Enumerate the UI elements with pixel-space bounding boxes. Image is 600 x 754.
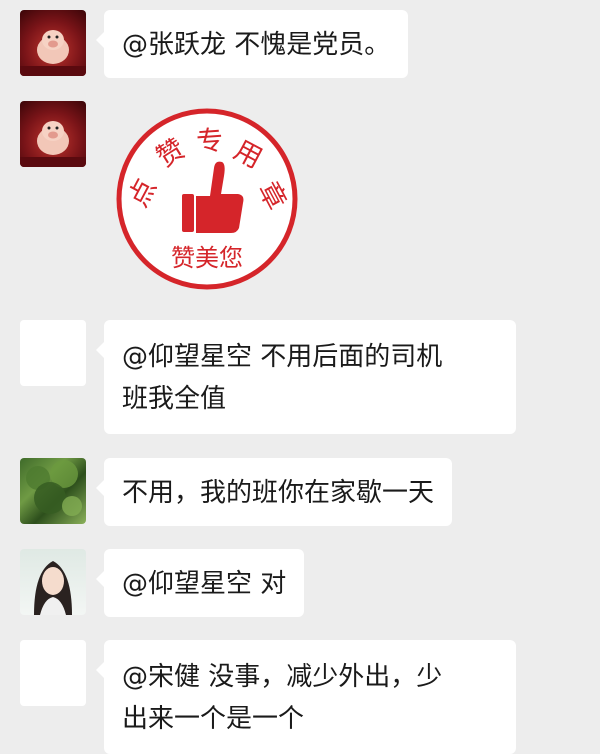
message-bubble[interactable]: 不用，我的班你在家歇一天 xyxy=(95,458,453,526)
blank-avatar[interactable] xyxy=(20,320,86,386)
message-bubble[interactable]: @宋健 没事，减少外出，少 出来一个是一个 xyxy=(96,640,516,754)
message-text-line: 出来一个是一个 xyxy=(122,704,305,734)
tree-avatar[interactable] xyxy=(20,458,86,524)
like-stamp-sticker[interactable]: 点 赞 专 用 章 赞美您 xyxy=(114,106,300,292)
message-text-line: @仰望星空 不用后面的司机 xyxy=(122,342,443,372)
message-text: 不用，我的班你在家歇一天 xyxy=(122,478,435,508)
message-text: @仰望星空 对 xyxy=(122,569,287,599)
pig-avatar[interactable] xyxy=(20,10,86,76)
message-bubble[interactable]: @张跃龙 不愧是党员。 xyxy=(95,10,409,78)
message-text-line: 班我全值 xyxy=(122,384,227,414)
stamp-char: 专 xyxy=(195,125,224,158)
message-text-line: @宋健 没事，减少外出，少 xyxy=(122,662,443,692)
pig-avatar[interactable] xyxy=(20,101,86,167)
girl-avatar[interactable] xyxy=(20,549,86,615)
message-text: @张跃龙 不愧是党员。 xyxy=(122,30,391,60)
message-bubble[interactable]: @仰望星空 不用后面的司机 班我全值 xyxy=(96,320,516,434)
blank-avatar[interactable] xyxy=(20,640,86,706)
message-bubble[interactable]: @仰望星空 对 xyxy=(95,549,305,617)
stamp-bottom-text: 赞美您 xyxy=(171,244,243,272)
